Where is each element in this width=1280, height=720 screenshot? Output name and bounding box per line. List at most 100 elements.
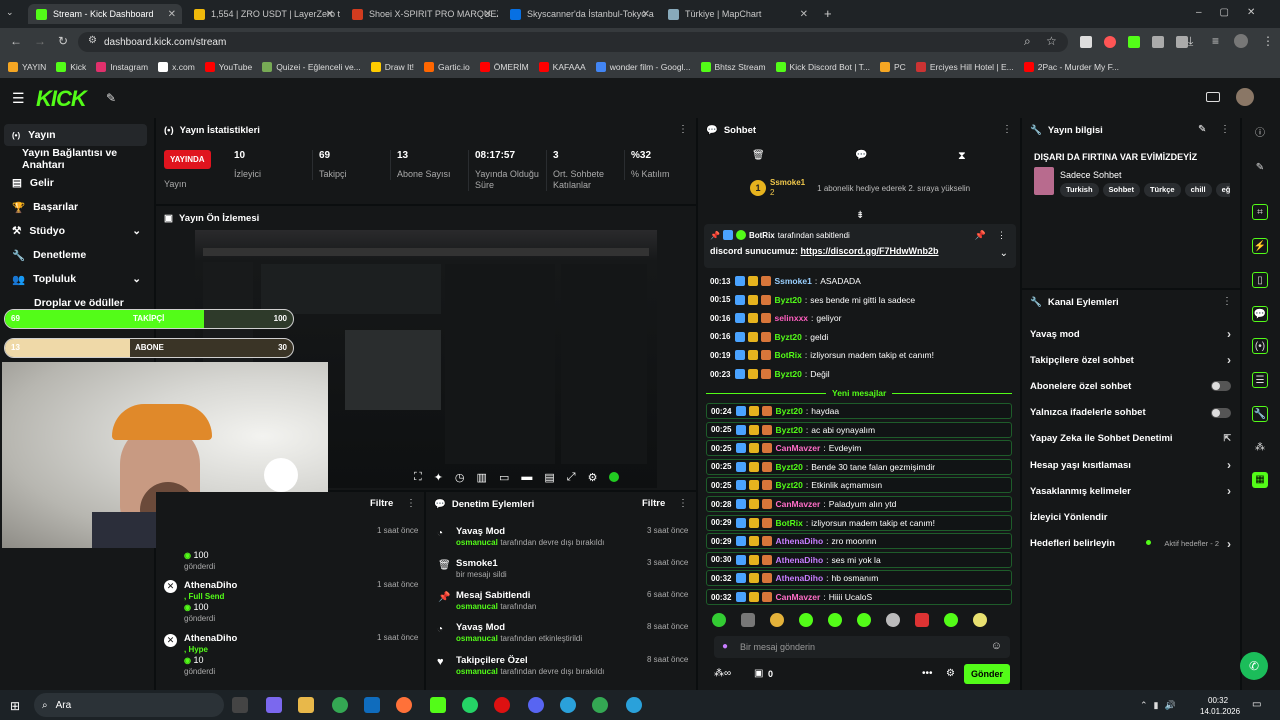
taskbar-search[interactable]: ⌕ Ara <box>34 693 224 717</box>
kebab-menu-icon[interactable]: ⋮ <box>406 498 416 509</box>
message-username[interactable]: BotRix <box>774 350 801 360</box>
broadcast-icon[interactable]: (•) <box>1252 338 1268 354</box>
bookmark-item[interactable]: 2Pac - Murder My F... <box>1023 62 1119 72</box>
channel-action-item[interactable]: Abonelere özel sohbet <box>1030 376 1235 396</box>
message-username[interactable]: Byzt20 <box>775 406 802 416</box>
message-username[interactable]: CanMavzer <box>775 592 820 602</box>
channel-action-item[interactable]: Yasaklanmış kelimeler › <box>1030 481 1235 501</box>
lightning-icon[interactable]: ⚡ <box>1252 238 1268 254</box>
media-icon[interactable]: ≡ <box>1212 34 1219 48</box>
emote-icon[interactable] <box>973 613 987 627</box>
sidebar-item-yayin[interactable]: (•) Yayın <box>4 124 147 146</box>
timer-icon[interactable]: ◷ <box>455 471 465 484</box>
tab-list-icon[interactable]: ⌄ <box>6 7 14 18</box>
browser-tab-0[interactable]: Stream - Kick Dashboard ✕ <box>28 4 182 24</box>
browser-tab-2[interactable]: Shoei X-SPIRIT PRO MARQUEZ ✕ <box>344 4 498 24</box>
channel-action-item[interactable]: Hedefleri belirleyin › Aktif hedefler - 2 <box>1030 534 1235 554</box>
bookmark-item[interactable]: YAYIN <box>8 62 46 72</box>
channel-action-item[interactable]: İzleyici Yönlendir <box>1030 507 1235 527</box>
browser-tab-4[interactable]: Türkiye | MapChart ✕ <box>660 4 814 24</box>
tag-pill[interactable]: Türkçe <box>1143 183 1181 197</box>
list-icon[interactable]: ☰ <box>1252 372 1268 388</box>
kebab-menu-icon[interactable]: ⋮ <box>1220 124 1230 135</box>
firefox-icon[interactable] <box>396 697 412 713</box>
browser-tab-3[interactable]: Skyscanner'da İstanbul-Tokyo a ✕ <box>502 4 656 24</box>
whatsapp-icon[interactable] <box>462 697 478 713</box>
emote-icon[interactable] <box>828 613 842 627</box>
pin-tool-icon[interactable]: ✎ <box>106 91 116 105</box>
close-tab-icon[interactable]: ✕ <box>484 9 492 20</box>
message-username[interactable]: BotRix <box>775 518 802 528</box>
bookmark-star-icon[interactable]: ☆ <box>1046 34 1057 48</box>
hourglass-icon[interactable]: ⧗ <box>958 150 966 163</box>
emote-icon[interactable] <box>770 613 784 627</box>
discord-icon[interactable] <box>528 697 544 713</box>
chat-message[interactable]: 00:25 Byzt20: Bende 30 tane falan gezmişim… <box>706 458 1012 475</box>
emote-icon[interactable] <box>944 613 958 627</box>
zoom-icon[interactable]: ⌕ <box>1024 34 1031 49</box>
close-tab-icon[interactable]: ✕ <box>326 9 334 20</box>
emoji-icon[interactable]: ☺ <box>991 640 1002 652</box>
emote-icon[interactable] <box>886 613 900 627</box>
tag-pill[interactable]: chill <box>1184 183 1212 197</box>
channel-action-item[interactable]: Hesap yaşı kısıtlaması › <box>1030 455 1235 475</box>
chat-message[interactable]: 00:24 Byzt20: haydaa <box>706 403 1012 419</box>
puzzle-icon[interactable] <box>1176 36 1188 48</box>
chrome-profile-icon[interactable] <box>592 697 608 713</box>
edit-pencil-icon[interactable]: ✎ <box>1198 124 1206 135</box>
message-username[interactable]: Byzt20 <box>775 425 802 435</box>
users-icon[interactable]: ⁂ <box>1252 440 1268 456</box>
message-username[interactable]: Byzt20 <box>774 332 801 342</box>
bookmark-item[interactable]: Kick <box>56 62 86 72</box>
mod-filter-button[interactable]: Filtre <box>642 498 665 509</box>
trash-icon[interactable]: 🗑 <box>752 150 765 161</box>
toggle-switch[interactable] <box>1211 407 1231 418</box>
message-username[interactable]: Byzt20 <box>774 369 801 379</box>
bookmark-item[interactable]: Bhtsz Stream <box>700 62 766 72</box>
chat-message[interactable]: 00:29 AthenaDiho: zro moonnn <box>706 533 1012 550</box>
kick-app-icon[interactable] <box>430 697 446 713</box>
bookmark-item[interactable]: Draw It! <box>370 62 414 72</box>
site-info-icon[interactable]: ⚙ <box>88 35 97 46</box>
chat-message[interactable]: 00:25 CanMavzer: Evdeyim <box>706 440 1012 457</box>
screen-icon[interactable] <box>1206 92 1220 102</box>
chat-message[interactable]: 00:23 Byzt20: Değil <box>706 366 1012 382</box>
download-icon[interactable]: ⤓ <box>1188 34 1193 49</box>
settings-gear-icon[interactable]: ⚙ <box>588 471 598 484</box>
kebab-menu-icon[interactable]: ⋮ <box>1002 124 1012 135</box>
sidebar-item-topluluk[interactable]: 👥 Topluluk ⌄ <box>4 268 147 290</box>
chat-bubble-icon[interactable]: 💬 <box>855 150 867 161</box>
sidebar-item-studyo[interactable]: ⚒ Stüdyo ⌄ <box>4 220 147 242</box>
bookmark-item[interactable]: YouTube <box>204 62 252 72</box>
monitor-icon[interactable]: ▬ <box>521 471 532 483</box>
scroll-down-icon[interactable]: ⇟ <box>856 210 864 221</box>
bookmark-item[interactable]: ÖMERİM <box>479 62 529 72</box>
hamburger-menu-icon[interactable]: ☰ <box>12 90 25 107</box>
tag-pill[interactable]: Sohbet <box>1102 183 1140 197</box>
bookmark-item[interactable]: Kick Discord Bot | T... <box>775 62 870 72</box>
url-field[interactable]: dashboard.kick.com/stream <box>78 32 1068 52</box>
copilot-icon[interactable] <box>266 697 282 713</box>
browser-menu-icon[interactable]: ⋮ <box>1262 34 1274 48</box>
close-tab-icon[interactable]: ✕ <box>642 9 650 20</box>
extension-icon[interactable] <box>1152 36 1164 48</box>
chevron-down-icon[interactable]: ⌄ <box>1000 248 1008 259</box>
emote-icon[interactable] <box>712 613 726 627</box>
message-username[interactable]: AthenaDiho <box>775 536 823 546</box>
message-username[interactable]: AthenaDiho <box>775 573 823 583</box>
kick-logo[interactable]: KICK <box>36 86 87 112</box>
emote-icon[interactable] <box>799 613 813 627</box>
windows-start-icon[interactable]: ⊞ <box>10 699 20 713</box>
chat-bubble-icon[interactable]: 💬 <box>1252 306 1268 322</box>
message-username[interactable]: Byzt20 <box>774 295 801 305</box>
chat-message[interactable]: 00:16 selinxxx: geliyor <box>706 310 1012 326</box>
kebab-menu-icon[interactable]: ⋮ <box>997 230 1006 241</box>
extension-icon[interactable] <box>1128 36 1140 48</box>
extension-icon[interactable] <box>1080 36 1092 48</box>
crop-icon[interactable]: ⛶ <box>414 471 422 484</box>
window-controls[interactable]: –▢✕ <box>1196 7 1273 18</box>
extension-icon[interactable] <box>1104 36 1116 48</box>
chat-input[interactable]: ● Bir mesaj gönderin ☺ <box>714 636 1010 658</box>
user-avatar[interactable] <box>1236 88 1254 106</box>
kebab-menu-icon[interactable]: ⋮ <box>1222 296 1232 307</box>
